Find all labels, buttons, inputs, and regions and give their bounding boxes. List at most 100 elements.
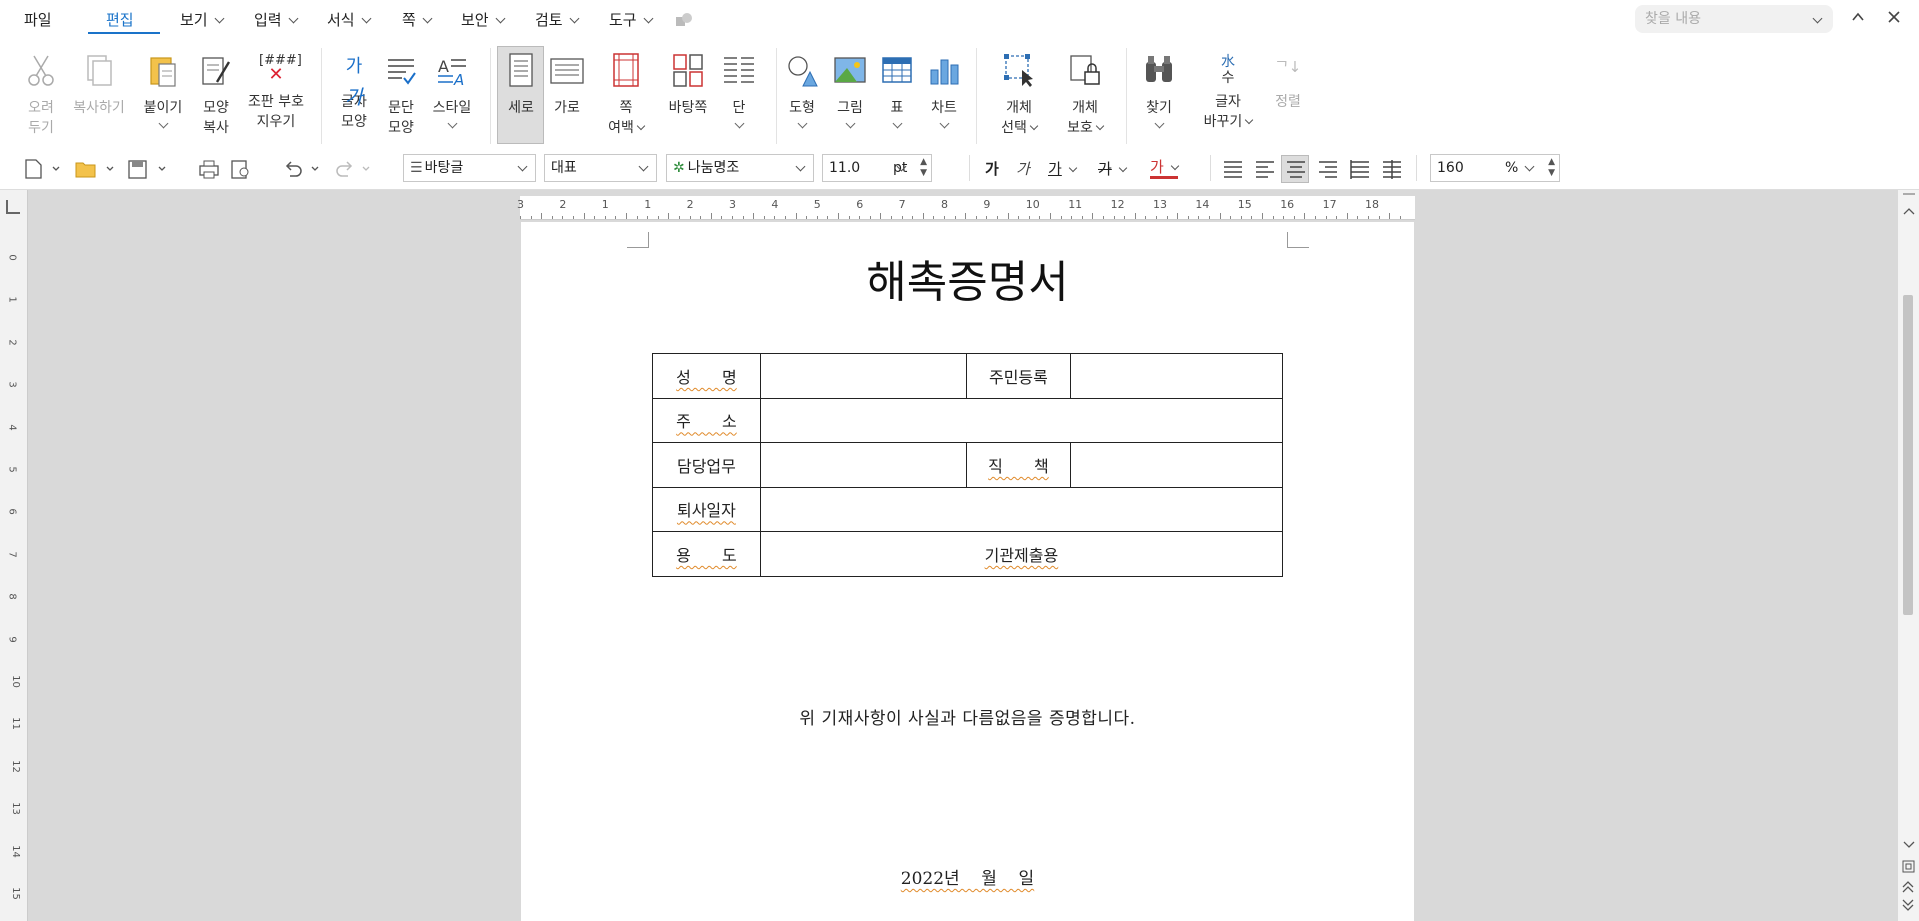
name-label-cell[interactable]: 성 명 — [652, 353, 761, 399]
object-protect-button[interactable]: 개체 보호 — [1062, 52, 1108, 138]
chart-button[interactable]: 차트 — [926, 52, 962, 129]
retire-label-cell[interactable]: 퇴사일자 — [652, 486, 761, 532]
chevron-down-icon[interactable] — [1154, 118, 1164, 129]
chevron-down-icon[interactable] — [939, 118, 949, 129]
find-button[interactable]: 찾기 — [1140, 52, 1178, 129]
font-group-select[interactable]: 대표 — [544, 154, 657, 182]
chevron-down-icon[interactable] — [636, 121, 646, 131]
name-value-cell[interactable] — [759, 353, 967, 399]
distribute-icon[interactable] — [1349, 159, 1371, 179]
landscape-button[interactable]: 가로 — [549, 52, 585, 118]
tab-tools[interactable]: 도구 — [609, 8, 654, 34]
tab-review[interactable]: 검토 — [535, 8, 580, 34]
close-icon[interactable] — [1886, 9, 1902, 25]
print-icon[interactable] — [198, 158, 220, 180]
chevron-down-icon[interactable] — [892, 118, 902, 129]
align-left-icon[interactable] — [1254, 159, 1276, 179]
scroll-down-icon[interactable] — [1902, 840, 1916, 850]
char-convert-button[interactable]: 水수 글자 바꾸기 — [1200, 52, 1256, 132]
position-value-cell[interactable] — [1070, 442, 1283, 488]
tab-format[interactable]: 서식 — [327, 8, 372, 34]
duty-value-cell[interactable] — [759, 442, 967, 488]
strikethrough-button[interactable]: 가 — [1098, 158, 1128, 179]
undo-icon[interactable] — [282, 158, 322, 180]
chevron-down-icon[interactable] — [734, 118, 744, 129]
collapse-ribbon-icon[interactable] — [1850, 9, 1866, 25]
split-distribute-icon[interactable] — [1381, 159, 1403, 179]
sort-button[interactable]: ᄀ↓ 정렬 — [1270, 52, 1306, 112]
bold-button[interactable]: 가 — [985, 158, 999, 179]
font-size-stepper[interactable]: ▲ ▼ — [920, 157, 927, 179]
char-shape-button[interactable]: 가가 글자 모양 — [334, 52, 374, 132]
scroll-up-icon[interactable] — [1902, 206, 1916, 216]
font-name-select[interactable]: ✲ 나눔명조 — [666, 154, 814, 182]
table-button[interactable]: 표 — [880, 52, 914, 129]
background-page-button[interactable]: 바탕쪽 — [664, 52, 712, 118]
paste-button[interactable]: 붙이기 — [140, 52, 186, 129]
object-select-button[interactable]: 개체 선택 — [996, 52, 1042, 138]
tab-view[interactable]: 보기 — [180, 8, 225, 34]
menu-file[interactable]: 파일 — [24, 8, 52, 34]
retire-value-cell[interactable] — [759, 486, 1284, 532]
style-button[interactable]: AA 스타일 — [428, 52, 476, 129]
open-folder-icon[interactable] — [74, 158, 116, 180]
extension-icon[interactable] — [674, 11, 694, 29]
chevron-down-icon[interactable] — [1245, 115, 1254, 125]
tab-page[interactable]: 쪽 — [402, 8, 433, 34]
picture-button[interactable]: 그림 — [832, 52, 868, 129]
cut-button[interactable]: 오려 두기 — [22, 52, 60, 138]
previous-page-icon[interactable] — [1901, 880, 1917, 894]
tab-edit[interactable]: 편집 — [88, 8, 160, 48]
page-view-icon[interactable] — [1901, 860, 1917, 874]
portrait-button[interactable]: 세로 — [500, 52, 542, 118]
align-right-icon[interactable] — [1317, 159, 1339, 179]
document-title[interactable]: 해촉증명서 — [521, 246, 1414, 310]
save-icon[interactable] — [127, 158, 169, 180]
search-input[interactable]: 찾을 내용 — [1635, 5, 1833, 33]
next-page-icon[interactable] — [1901, 898, 1917, 912]
address-value-cell[interactable] — [759, 397, 1284, 443]
resident-value-cell[interactable] — [1070, 353, 1283, 399]
certification-statement[interactable]: 위 기재사항이 사실과 다름없음을 증명합니다. — [521, 704, 1414, 729]
tab-security[interactable]: 보안 — [461, 8, 506, 34]
resident-label-cell[interactable]: 주민등록 — [965, 353, 1072, 399]
new-document-icon[interactable] — [22, 158, 60, 180]
align-center-icon[interactable] — [1285, 159, 1307, 179]
ruler-corner-icon[interactable] — [6, 200, 20, 214]
duty-label-cell[interactable]: 담당업무 — [652, 442, 761, 488]
chevron-down-icon[interactable] — [1029, 121, 1039, 131]
position-label-cell[interactable]: 직 책 — [965, 442, 1072, 488]
columns-button[interactable]: 단 — [720, 52, 758, 129]
redo-icon[interactable] — [334, 158, 374, 180]
scrollbar-thumb[interactable] — [1903, 295, 1913, 615]
font-color-button[interactable]: 가 — [1150, 158, 1180, 179]
font-size-field[interactable]: 11.0 pt ▲ ▼ — [822, 154, 932, 182]
chevron-down-icon[interactable] — [447, 118, 457, 129]
format-copy-button[interactable]: 모양 복사 — [196, 52, 236, 138]
purpose-label-cell[interactable]: 용 도 — [652, 531, 761, 577]
zoom-field[interactable]: 160% ▲ ▼ — [1430, 154, 1560, 182]
horizontal-ruler[interactable]: 3 2 1 1 2 3 4 5 6 7 8 9 10 11 12 13 14 15 16 17 18 — [517, 196, 1415, 220]
info-table[interactable]: 성 명 주민등록 주 소 담당업무 직 책 퇴사일자 용 도 기관제출용 — [652, 353, 1284, 577]
document-page[interactable]: 해촉증명서 성 명 주민등록 주 소 담당업무 직 책 퇴사일자 용 도 기관제… — [521, 222, 1414, 921]
chevron-down-icon[interactable] — [1095, 121, 1105, 131]
tab-insert[interactable]: 입력 — [254, 8, 299, 34]
chevron-down-icon[interactable] — [1812, 13, 1823, 24]
zoom-stepper[interactable]: ▲ ▼ — [1548, 157, 1555, 179]
print-preview-icon[interactable] — [230, 158, 252, 180]
chevron-down-icon[interactable] — [845, 118, 855, 129]
clear-codes-button[interactable]: [###] ✕ 조판 부호 지우기 — [244, 52, 308, 132]
copy-button[interactable]: 복사하기 — [70, 52, 128, 118]
align-justify-icon[interactable] — [1222, 159, 1244, 179]
address-label-cell[interactable]: 주 소 — [652, 397, 761, 443]
style-select[interactable]: ☰ 바탕글 — [403, 154, 536, 182]
para-shape-button[interactable]: 문단 모양 — [382, 52, 420, 138]
underline-button[interactable]: 가 — [1048, 158, 1078, 179]
italic-button[interactable]: 가 — [1016, 158, 1030, 179]
chevron-down-icon[interactable] — [797, 118, 807, 129]
issue-date[interactable]: 2022년 월 일 — [521, 864, 1414, 889]
shapes-button[interactable]: 도형 — [784, 52, 820, 129]
purpose-value-cell[interactable]: 기관제출용 — [759, 531, 1284, 577]
page-margin-button[interactable]: 쪽 여백 — [606, 52, 646, 138]
chevron-down-icon[interactable] — [158, 118, 168, 129]
